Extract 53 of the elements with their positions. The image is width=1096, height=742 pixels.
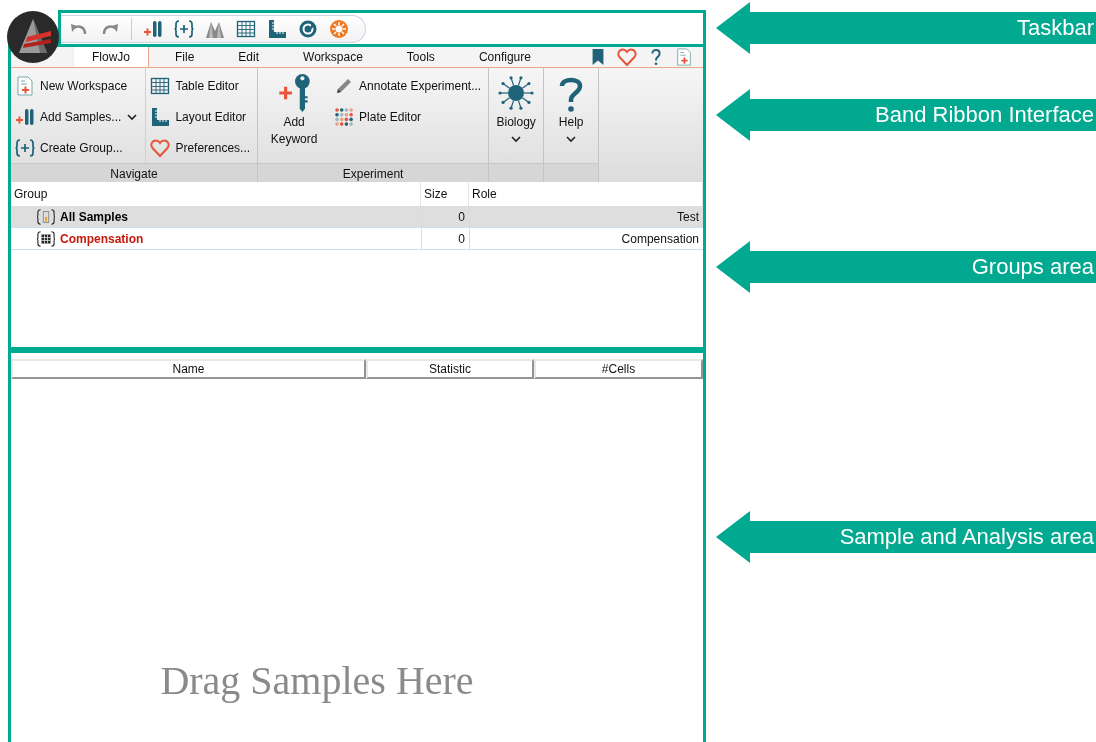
menu-tab[interactable]: Workspace xyxy=(285,47,381,67)
ruler-icon[interactable] xyxy=(267,18,287,39)
table-row[interactable]: Compensation 0 Compensation xyxy=(11,228,703,250)
callout-label: Taskbar xyxy=(1016,15,1095,41)
column-header[interactable]: Name xyxy=(11,359,366,379)
key-icon xyxy=(277,72,312,114)
column-header[interactable]: #Cells xyxy=(534,359,703,379)
column-header[interactable]: Statistic xyxy=(366,359,534,379)
ribbon-button[interactable]: Plate Editor xyxy=(332,101,487,132)
ribbon-button[interactable]: Layout Editor xyxy=(148,101,256,132)
table-cell: 0 xyxy=(421,206,469,227)
menu-tab[interactable]: FlowJo xyxy=(73,47,149,67)
table-cell: Test xyxy=(469,206,703,227)
ribbon-button[interactable]: Preferences... xyxy=(148,132,256,163)
new-document-icon[interactable] xyxy=(675,47,693,67)
menu-tab[interactable]: File xyxy=(157,47,213,67)
ribbon-button[interactable]: Add Samples... xyxy=(13,101,144,132)
menu-tab[interactable]: Tools xyxy=(388,47,453,67)
logo-icon[interactable] xyxy=(7,11,59,63)
ribbon-button[interactable]: Help xyxy=(544,68,599,163)
ribbon-button[interactable]: Annotate Experiment... xyxy=(332,70,487,101)
test-tubes-icon[interactable] xyxy=(143,18,163,39)
table-icon xyxy=(150,75,171,96)
menu-tab[interactable]: Configure xyxy=(460,47,549,67)
section-title: Navigate xyxy=(11,163,258,183)
sunburst-icon[interactable] xyxy=(329,18,349,39)
callout-label: Band Ribbon Interface xyxy=(875,102,1095,128)
braces-plus-icon[interactable] xyxy=(174,18,194,39)
callout-label: Sample and Analysis area xyxy=(839,524,1095,550)
ribbon-button[interactable]: Add Keyword xyxy=(258,68,331,163)
ribbon-button[interactable]: Table Editor xyxy=(148,70,256,101)
group-name: All Samples xyxy=(60,209,129,224)
table-icon[interactable] xyxy=(236,18,256,39)
tube-icon xyxy=(36,207,56,226)
callout-label: Groups area xyxy=(971,254,1095,280)
new-document-icon xyxy=(15,75,35,96)
menu-tab[interactable]: Edit xyxy=(220,47,278,67)
heart-icon[interactable] xyxy=(617,47,637,67)
table-cell: 0 xyxy=(421,228,469,249)
braces-plus-icon xyxy=(15,137,35,158)
table-cell: Compensation xyxy=(469,228,703,249)
heart-icon xyxy=(150,137,171,158)
ribbon-button[interactable]: Biology xyxy=(489,68,544,163)
test-tubes-icon xyxy=(15,106,35,127)
table-icon xyxy=(36,229,56,248)
ruler-icon xyxy=(150,106,171,127)
empty-message: Drag Samples Here xyxy=(160,657,474,704)
group-name: Compensation xyxy=(60,231,144,246)
section-title: Experiment xyxy=(258,163,489,183)
table-row[interactable]: All Samples 0 Test xyxy=(11,206,703,228)
plate-icon xyxy=(334,106,355,127)
ribbon-button[interactable]: Create Group... xyxy=(13,132,144,163)
ribbon-button[interactable]: New Workspace xyxy=(13,70,144,101)
